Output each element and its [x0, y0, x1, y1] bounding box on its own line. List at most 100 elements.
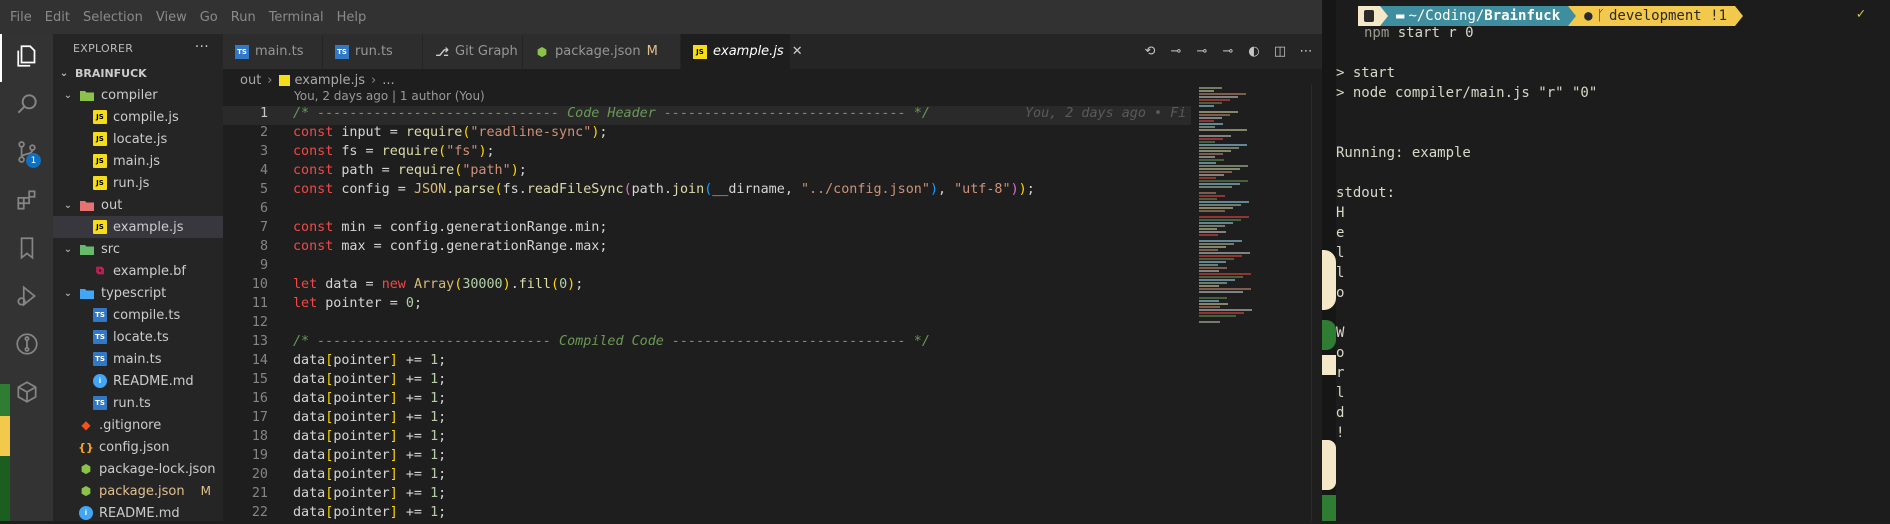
code-token: ; [438, 467, 447, 482]
workspace-root[interactable]: ⌄ BRAINFUCK [53, 62, 223, 84]
previous-change-icon[interactable]: ⊸ [1194, 44, 1210, 60]
tree-item-label: compile.js [113, 109, 179, 125]
file-main-js[interactable]: JS main.js [53, 150, 223, 172]
folder-src[interactable]: ⌄ src [53, 238, 223, 260]
breadcrumb-file[interactable]: example.js [295, 73, 365, 88]
code-line[interactable]: 8 const max = config.generationRange.max; [223, 239, 1191, 258]
terminal-window[interactable]: ▬ ~/Coding/Brainfuck ● ᚴ development !1 … [1322, 0, 1890, 521]
breadcrumb-folder[interactable]: out [240, 73, 261, 88]
code-line[interactable]: 13 /* ----------------------------- Compi… [223, 334, 1191, 353]
code-line[interactable]: 11 let pointer = 0; [223, 296, 1191, 315]
code-text: let data = new Array(30000).fill(0); [293, 277, 583, 296]
tab-run-ts[interactable]: TS run.ts [323, 34, 423, 69]
file-package-json[interactable]: ⬢ package.json M [53, 480, 223, 502]
activity-search[interactable] [0, 82, 53, 130]
next-change-icon[interactable]: ⊸ [1220, 44, 1236, 60]
menu-help[interactable]: Help [337, 10, 367, 25]
tab-git-graph[interactable]: ⎇ Git Graph [423, 34, 523, 69]
explorer-panel: EXPLORER ··· ⌄ BRAINFUCK ⌄ compiler JS comp… [53, 34, 223, 521]
folder-compiler[interactable]: ⌄ compiler [53, 84, 223, 106]
toggle-blame-icon[interactable]: ◐ [1246, 44, 1262, 60]
code-line[interactable]: 5 const config = JSON.parse(fs.readFileSy… [223, 182, 1191, 201]
code-line[interactable]: 12 [223, 315, 1191, 334]
code-line[interactable]: 21 data[pointer] += 1; [223, 486, 1191, 505]
file-main-ts[interactable]: TS main.ts [53, 348, 223, 370]
activity-explorer[interactable] [0, 34, 53, 82]
more-icon[interactable]: ⋯ [1298, 44, 1314, 60]
code-line[interactable]: 14 data[pointer] += 1; [223, 353, 1191, 372]
editor-scrollbar[interactable] [1311, 84, 1322, 521]
code-line[interactable]: 10 let data = new Array(30000).fill(0); [223, 277, 1191, 296]
menu-terminal[interactable]: Terminal [269, 10, 324, 25]
file-example-bf[interactable]: ⧉ example.bf [53, 260, 223, 282]
code-line[interactable]: 18 data[pointer] += 1; [223, 429, 1191, 448]
explorer-title-label: EXPLORER [73, 41, 134, 55]
code-token: pointer [333, 467, 390, 482]
menu-edit[interactable]: Edit [45, 10, 70, 25]
minimap-line [1199, 135, 1231, 137]
code-line[interactable]: 20 data[pointer] += 1; [223, 467, 1191, 486]
minimap-line [1199, 246, 1226, 248]
folder-out[interactable]: ⌄ out [53, 194, 223, 216]
menu-go[interactable]: Go [200, 10, 218, 25]
menu-run[interactable]: Run [231, 10, 256, 25]
code-token: __dirname [712, 182, 785, 197]
file-example-js[interactable]: JS example.js [53, 216, 223, 238]
git-commit-icon[interactable]: ⊸ [1168, 44, 1184, 60]
code-line[interactable]: 19 data[pointer] += 1; [223, 448, 1191, 467]
split-editor-icon[interactable]: ◫ [1272, 44, 1288, 60]
code-line[interactable]: 6 [223, 201, 1191, 220]
code-editor[interactable]: 1 /* ------------------------------ Code … [223, 106, 1191, 521]
tab-package-json[interactable]: ⬢ package.json M [523, 34, 681, 69]
minimap-line [1199, 303, 1228, 305]
file-package-lock-json[interactable]: ⬢ package-lock.json [53, 458, 223, 480]
activity-run-debug[interactable] [0, 274, 53, 322]
folder-typescript[interactable]: ⌄ typescript [53, 282, 223, 304]
file-compile-ts[interactable]: TS compile.ts [53, 304, 223, 326]
js-file-icon [278, 74, 290, 86]
file-README-md[interactable]: i README.md [53, 370, 223, 392]
pkg-file-icon: ⬢ [80, 484, 92, 498]
file-compile-js[interactable]: JS compile.js [53, 106, 223, 128]
code-line[interactable]: 7 const min = config.generationRange.min; [223, 220, 1191, 239]
file-config-json[interactable]: {} config.json [53, 436, 223, 458]
file-run-js[interactable]: JS run.js [53, 172, 223, 194]
code-line[interactable]: 2 const input = require("readline-sync"); [223, 125, 1191, 144]
prompt-separator [1380, 6, 1388, 26]
minimap[interactable] [1191, 84, 1311, 521]
code-line[interactable]: 9 [223, 258, 1191, 277]
tab-example-js[interactable]: JS example.js ✕ [681, 34, 803, 69]
code-token: 1 [430, 353, 439, 368]
menu-file[interactable]: File [10, 10, 32, 25]
code-line[interactable]: 22 data[pointer] += 1; [223, 505, 1191, 524]
terminal-output-line: o [1336, 285, 1345, 301]
minimap-line [1199, 285, 1219, 287]
code-line[interactable]: 3 const fs = require("fs"); [223, 144, 1191, 163]
tab-main-ts[interactable]: TS main.ts [223, 34, 323, 69]
more-actions-icon[interactable]: ··· [195, 39, 209, 55]
tree-item-label: run.ts [113, 395, 151, 411]
menu-view[interactable]: View [156, 10, 187, 25]
file--gitignore[interactable]: ◆ .gitignore [53, 414, 223, 436]
close-icon[interactable]: ✕ [792, 44, 803, 59]
git-blame-codelens[interactable]: You, 2 days ago | 1 author (You) [294, 89, 485, 103]
breadcrumb-symbol[interactable]: ... [382, 73, 394, 88]
code-line[interactable]: 4 const path = require("path"); [223, 163, 1191, 182]
activity-extensions[interactable] [0, 178, 53, 226]
file-run-ts[interactable]: TS run.ts [53, 392, 223, 414]
tab-bar: TS main.ts TS run.ts ⎇ Git Graph ⬢ package.json… [223, 34, 1322, 69]
code-token: . [518, 182, 527, 197]
terminal-output-line: ! [1336, 425, 1345, 441]
code-text: const path = require("path"); [293, 163, 527, 182]
file-locate-js[interactable]: JS locate.js [53, 128, 223, 150]
code-line[interactable]: 17 data[pointer] += 1; [223, 410, 1191, 429]
code-line[interactable]: 16 data[pointer] += 1; [223, 391, 1191, 410]
code-line[interactable]: 15 data[pointer] += 1; [223, 372, 1191, 391]
menu-selection[interactable]: Selection [83, 10, 143, 25]
file-locate-ts[interactable]: TS locate.ts [53, 326, 223, 348]
history-icon[interactable]: ⟲ [1142, 44, 1158, 60]
extensions-icon [14, 187, 40, 217]
activity-bookmarks[interactable] [0, 226, 53, 274]
code-line[interactable]: 1 /* ------------------------------ Code … [223, 106, 1191, 125]
activity-source-control[interactable]: 1 [0, 130, 53, 178]
